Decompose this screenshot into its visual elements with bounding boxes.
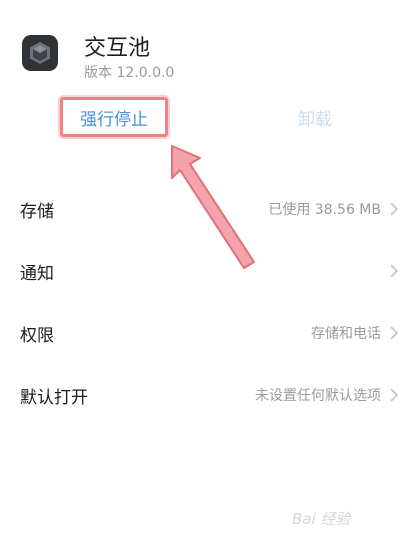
settings-row-notifications[interactable]: 通知	[0, 251, 407, 291]
uninstall-button[interactable]: 卸载	[298, 105, 332, 130]
chevron-right-icon	[390, 264, 399, 278]
app-name: 交互池	[84, 36, 151, 61]
app-version: 版本 12.0.0.0	[84, 65, 175, 81]
chevron-right-icon	[390, 388, 399, 402]
settings-row-storage[interactable]: 存储 已使用 38.56 MB	[0, 189, 407, 229]
app-icon	[22, 35, 58, 71]
watermark: Bai 经验	[292, 510, 351, 528]
row-value: 存储和电话	[311, 326, 381, 342]
row-label: 默认打开	[20, 387, 88, 408]
row-label: 通知	[20, 263, 54, 284]
row-label: 存储	[20, 201, 54, 222]
row-value: 未设置任何默认选项	[255, 388, 381, 404]
chevron-right-icon	[390, 202, 399, 216]
force-stop-button[interactable]: 强行停止	[60, 97, 168, 137]
settings-row-default-open[interactable]: 默认打开 未设置任何默认选项	[0, 375, 407, 415]
settings-row-permissions[interactable]: 权限 存储和电话	[0, 313, 407, 353]
row-label: 权限	[20, 325, 54, 346]
row-value: 已使用 38.56 MB	[268, 202, 381, 218]
chevron-right-icon	[390, 326, 399, 340]
